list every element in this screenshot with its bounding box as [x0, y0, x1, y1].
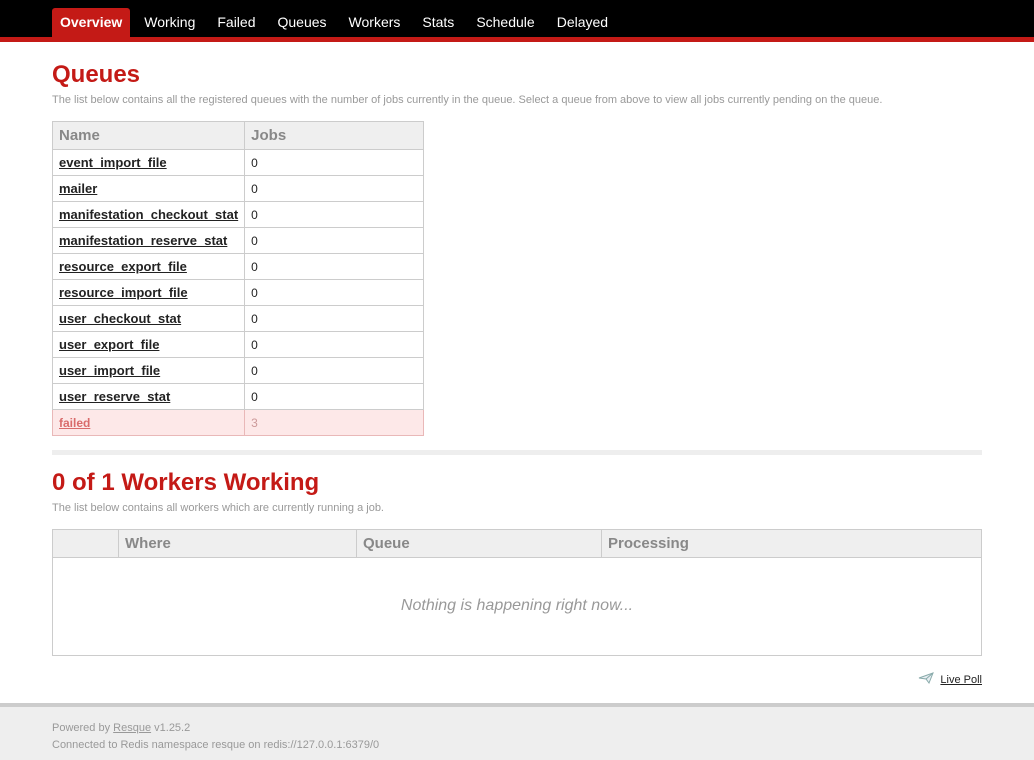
queue-jobs: 0: [244, 201, 425, 228]
queue-link[interactable]: manifestation_checkout_stat: [59, 207, 238, 222]
workers-title: 0 of 1 Workers Working: [52, 469, 320, 496]
tab-failed[interactable]: Failed: [209, 8, 263, 37]
column-header-where: Where: [118, 530, 356, 557]
workers-table: Where Queue Processing Nothing is happen…: [52, 529, 982, 656]
queue-link[interactable]: resource_export_file: [59, 259, 187, 274]
queue-link[interactable]: resource_import_file: [59, 285, 188, 300]
table-row: event_import_file 0: [51, 149, 425, 176]
column-header-jobs: Jobs: [244, 121, 425, 150]
version: v1.25.2: [154, 722, 191, 734]
queue-jobs: 0: [244, 175, 425, 202]
queue-jobs: 0: [244, 305, 425, 332]
table-row: resource_export_file 0: [51, 253, 425, 280]
table-row: user_checkout_stat 0: [51, 305, 425, 332]
column-header-name: Name: [51, 121, 246, 150]
nav-tabs: Overview Working Failed Queues Workers S…: [52, 8, 622, 37]
tab-overview[interactable]: Overview: [52, 8, 131, 37]
redis-connection: Connected to Redis namespace resque on r…: [52, 739, 380, 751]
empty-state-message: Nothing is happening right now...: [400, 597, 634, 614]
table-row: resource_import_file 0: [51, 279, 425, 306]
queue-link[interactable]: user_checkout_stat: [59, 311, 181, 326]
tab-schedule[interactable]: Schedule: [468, 8, 542, 37]
queue-link[interactable]: event_import_file: [59, 155, 167, 170]
table-row: user_reserve_stat 0: [51, 383, 425, 410]
queue-jobs: 0: [244, 383, 425, 410]
table-row: manifestation_reserve_stat 0: [51, 227, 425, 254]
queue-link[interactable]: mailer: [59, 181, 97, 196]
table-row: manifestation_checkout_stat 0: [51, 201, 425, 228]
live-poll-link[interactable]: Live Poll: [940, 674, 982, 686]
live-poll: Live Poll: [918, 672, 982, 687]
tab-delayed[interactable]: Delayed: [549, 8, 616, 37]
tab-queues[interactable]: Queues: [270, 8, 335, 37]
table-row: mailer 0: [51, 175, 425, 202]
powered-prefix: Powered by: [52, 722, 111, 734]
failed-row: failed 3: [51, 409, 425, 436]
queue-jobs: 0: [244, 227, 425, 254]
queues-title: Queues: [52, 61, 141, 88]
workers-description: The list below contains all workers whic…: [52, 502, 384, 514]
queue-jobs: 0: [244, 253, 425, 280]
column-header-processing: Processing: [601, 530, 981, 557]
queues-description: The list below contains all the register…: [52, 94, 883, 106]
failed-jobs-count: 3: [244, 409, 425, 436]
queue-link[interactable]: manifestation_reserve_stat: [59, 233, 227, 248]
table-row: user_export_file 0: [51, 331, 425, 358]
tab-working[interactable]: Working: [136, 8, 203, 37]
column-header-status: [53, 530, 118, 557]
queue-jobs: 0: [244, 357, 425, 384]
queue-link[interactable]: user_export_file: [59, 337, 159, 352]
nav-rule: [0, 37, 1034, 42]
paper-plane-icon: [918, 672, 935, 687]
queue-link[interactable]: user_import_file: [59, 363, 160, 378]
powered-by: Powered by Resque v1.25.2: [52, 722, 190, 734]
section-divider: [52, 450, 982, 455]
queue-jobs: 0: [244, 279, 425, 306]
queues-header-row: Name Jobs: [51, 121, 425, 150]
table-row: user_import_file 0: [51, 357, 425, 384]
resque-link[interactable]: Resque: [113, 722, 151, 734]
tab-workers[interactable]: Workers: [341, 8, 409, 37]
queues-table: Name Jobs event_import_file 0 mailer 0 m…: [51, 121, 425, 436]
queue-link[interactable]: user_reserve_stat: [59, 389, 170, 404]
top-nav: Overview Working Failed Queues Workers S…: [0, 0, 1034, 37]
column-header-queue: Queue: [356, 530, 601, 557]
workers-header-row: Where Queue Processing: [53, 530, 981, 558]
queue-jobs: 0: [244, 331, 425, 358]
footer: Powered by Resque v1.25.2 Connected to R…: [0, 703, 1034, 760]
queue-jobs: 0: [244, 149, 425, 176]
failed-queue-link[interactable]: failed: [59, 416, 90, 430]
tab-stats[interactable]: Stats: [414, 8, 462, 37]
